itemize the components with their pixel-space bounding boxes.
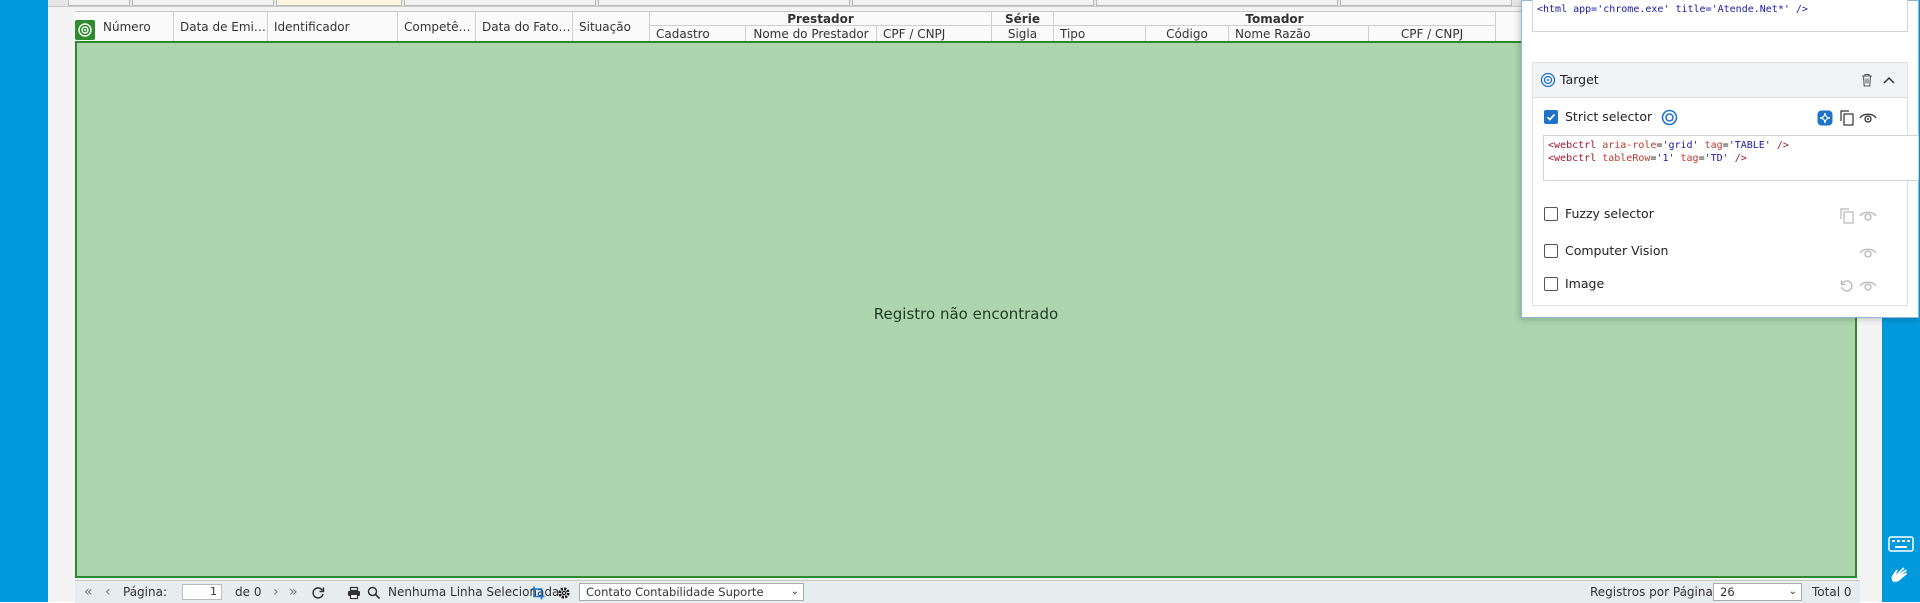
col-data-fato[interactable]: Data do Fato ... <box>476 12 573 42</box>
code-attr: tableRow <box>1602 153 1651 164</box>
computer-vision-label[interactable]: Computer Vision <box>1565 243 1668 258</box>
last-page-icon[interactable]: » <box>289 581 298 603</box>
collapse-chevron-up-icon[interactable] <box>1880 71 1898 89</box>
eye-icon[interactable] <box>1859 244 1877 262</box>
image-checkbox[interactable] <box>1544 277 1558 291</box>
target-panel: <html app='chrome.exe' title='Atende.Net… <box>1521 0 1919 318</box>
tab[interactable] <box>1096 0 1338 6</box>
target-section: Target Strict selector <webctrl aria-rol… <box>1532 62 1919 306</box>
tab[interactable] <box>132 0 274 6</box>
code-val: 'TD' <box>1704 153 1729 164</box>
target-icon <box>1539 71 1557 89</box>
col-sigla[interactable]: Sigla <box>992 26 1054 42</box>
indicate-target-icon[interactable] <box>1660 108 1678 126</box>
per-page-value: 26 <box>1720 585 1735 599</box>
pager-footer: « ‹ Página: 1 de 0 › » Nenhuma Linha Sel… <box>75 580 1860 603</box>
code-attr: tag <box>1704 140 1723 151</box>
delete-icon[interactable] <box>1858 71 1876 89</box>
group-tomador: Tomador <box>1054 12 1496 26</box>
tab[interactable] <box>598 0 850 6</box>
tab-active[interactable] <box>276 0 402 6</box>
col-cadastro[interactable]: Cadastro <box>650 26 746 42</box>
eye-icon[interactable] <box>1859 207 1877 225</box>
tab[interactable] <box>404 0 596 6</box>
col-codigo[interactable]: Código <box>1146 26 1229 42</box>
strict-selector-checkbox[interactable] <box>1544 110 1558 124</box>
strict-code-line-2: <webctrl tableRow='1' tag='TD' /> <box>1548 153 1747 164</box>
fuzzy-selector-checkbox[interactable] <box>1544 207 1558 221</box>
chevron-down-icon: ⌄ <box>1788 586 1797 597</box>
tab[interactable] <box>852 0 1094 6</box>
col-competencia[interactable]: Competên... <box>398 12 476 42</box>
copy-icon[interactable] <box>1838 207 1856 225</box>
image-label[interactable]: Image <box>1565 276 1604 291</box>
code-tag: webctrl <box>1554 140 1597 151</box>
per-page-label: Registros por Página: <box>1590 585 1717 599</box>
code-val: 'TABLE' <box>1728 140 1771 151</box>
total-count: Total 0 <box>1812 585 1852 599</box>
computer-vision-checkbox[interactable] <box>1544 244 1558 258</box>
top-selector-code[interactable]: <html app='chrome.exe' title='Atende.Net… <box>1532 0 1908 32</box>
eye-icon[interactable] <box>1859 109 1877 127</box>
col-nome-razao[interactable]: Nome Razão <box>1229 26 1369 42</box>
target-icon[interactable] <box>75 20 95 40</box>
contact-select-value: Contato Contabilidade Suporte <box>586 585 764 599</box>
page-of-label: de 0 <box>235 585 262 599</box>
eye-icon[interactable] <box>1859 277 1877 295</box>
strict-selector-label[interactable]: Strict selector <box>1565 109 1652 124</box>
page-label: Página: <box>123 585 168 599</box>
search-icon[interactable] <box>367 581 381 603</box>
tab[interactable] <box>1340 0 1512 6</box>
chevron-down-icon: ⌄ <box>790 586 799 597</box>
contact-select[interactable]: Contato Contabilidade Suporte ⌄ <box>579 583 804 601</box>
target-section-header[interactable]: Target <box>1533 63 1907 98</box>
strict-selector-code[interactable]: <webctrl aria-role='grid' tag='TABLE' />… <box>1543 135 1919 181</box>
fuzzy-selector-label[interactable]: Fuzzy selector <box>1565 206 1654 221</box>
refresh-icon[interactable] <box>1838 277 1856 295</box>
code-attr: aria-role <box>1602 140 1657 151</box>
col-data-emissao[interactable]: Data de Emis... <box>174 12 268 42</box>
col-tipo[interactable]: Tipo <box>1054 26 1146 42</box>
settings-gear-icon[interactable] <box>557 581 571 603</box>
code-tag: webctrl <box>1554 153 1597 164</box>
next-page-icon[interactable]: › <box>273 581 279 603</box>
prev-page-icon[interactable]: ‹ <box>105 581 111 603</box>
copy-icon[interactable] <box>1838 109 1856 127</box>
target-title: Target <box>1560 72 1599 87</box>
col-cpf-cnpj-prestador[interactable]: CPF / CNPJ <box>877 26 992 42</box>
code-val: 'grid' <box>1662 140 1699 151</box>
page-input[interactable]: 1 <box>182 584 222 600</box>
first-page-icon[interactable]: « <box>84 581 93 603</box>
col-numero[interactable]: Número <box>97 12 174 42</box>
crop-icon[interactable] <box>531 581 545 603</box>
code-val: '1' <box>1656 153 1675 164</box>
code-attr: tag <box>1680 153 1699 164</box>
sign-language-icon[interactable] <box>1884 562 1918 590</box>
left-blue-strip <box>0 0 48 602</box>
strict-code-line-1: <webctrl aria-role='grid' tag='TABLE' /> <box>1548 140 1789 151</box>
col-identificador[interactable]: Identificador <box>268 12 398 42</box>
col-situacao[interactable]: Situação <box>573 12 650 42</box>
per-page-select[interactable]: 26 ⌄ <box>1713 583 1802 601</box>
col-cpf-cnpj-tomador[interactable]: CPF / CNPJ <box>1369 26 1496 42</box>
top-selector-text: <html app='chrome.exe' title='Atende.Net… <box>1537 4 1808 15</box>
selector-tool-icon[interactable] <box>1816 109 1834 127</box>
keyboard-icon[interactable] <box>1884 530 1918 558</box>
tab[interactable] <box>68 0 130 6</box>
col-nome-prestador[interactable]: Nome do Prestador <box>746 26 877 42</box>
refresh-icon[interactable] <box>311 581 325 603</box>
print-icon[interactable] <box>347 581 361 603</box>
group-serie: Série <box>992 12 1054 26</box>
group-prestador: Prestador <box>650 12 992 26</box>
